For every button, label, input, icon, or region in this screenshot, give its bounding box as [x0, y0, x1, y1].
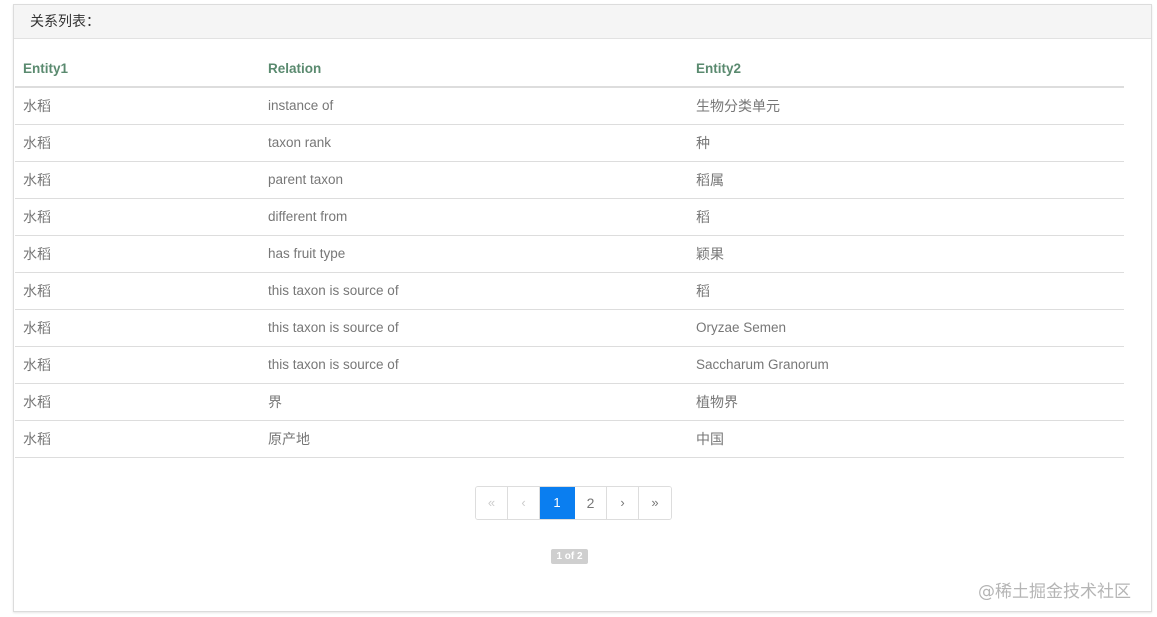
table-row: 水稻 parent taxon 稻属 [15, 161, 1124, 199]
first-page-button[interactable]: « [476, 487, 508, 519]
table-row: 水稻 has fruit type 颖果 [15, 235, 1124, 273]
entity2-cell: 颖果 [688, 235, 1124, 273]
relation-cell: instance of [260, 87, 688, 125]
relation-cell: this taxon is source of [260, 309, 688, 347]
relation-cell: 原产地 [260, 420, 688, 458]
entity2-cell: 生物分类单元 [688, 87, 1124, 125]
column-header-relation[interactable]: Relation [260, 50, 688, 88]
table-row: 水稻 instance of 生物分类单元 [15, 87, 1124, 125]
entity2-cell: 种 [688, 124, 1124, 162]
table-row: 水稻 原产地 中国 [15, 420, 1124, 458]
entity2-cell: 植物界 [688, 383, 1124, 421]
table-row: 水稻 this taxon is source of 稻 [15, 272, 1124, 310]
page-info-badge: 1 of 2 [551, 549, 588, 564]
entity1-cell: 水稻 [15, 272, 260, 310]
table-row: 水稻 this taxon is source of Saccharum Gra… [15, 346, 1124, 384]
entity2-cell: 稻 [688, 198, 1124, 236]
table-row: 水稻 different from 稻 [15, 198, 1124, 236]
relation-cell: has fruit type [260, 235, 688, 273]
relation-cell: 界 [260, 383, 688, 421]
column-header-entity1[interactable]: Entity1 [15, 50, 260, 88]
entity1-cell: 水稻 [15, 235, 260, 273]
panel-title: 关系列表： [14, 5, 1151, 39]
entity1-cell: 水稻 [15, 198, 260, 236]
relation-table: Entity1 Relation Entity2 水稻 instance of … [15, 50, 1124, 458]
column-header-entity2[interactable]: Entity2 [688, 50, 1124, 88]
entity2-cell: 稻 [688, 272, 1124, 310]
watermark: @稀土掘金技术社区 [978, 582, 1131, 602]
relation-cell: parent taxon [260, 161, 688, 199]
entity2-cell: 稻属 [688, 161, 1124, 199]
entity2-cell: Oryzae Semen [688, 309, 1124, 347]
entity1-cell: 水稻 [15, 161, 260, 199]
relation-cell: taxon rank [260, 124, 688, 162]
table-row: 水稻 this taxon is source of Oryzae Semen [15, 309, 1124, 347]
table-row: 水稻 界 植物界 [15, 383, 1124, 421]
entity1-cell: 水稻 [15, 124, 260, 162]
next-page-button[interactable]: › [607, 487, 639, 519]
entity2-cell: Saccharum Granorum [688, 346, 1124, 384]
table-header-row: Entity1 Relation Entity2 [15, 50, 1124, 88]
entity1-cell: 水稻 [15, 309, 260, 347]
relation-cell: this taxon is source of [260, 346, 688, 384]
last-page-button[interactable]: » [639, 487, 671, 519]
page-2-button[interactable]: 2 [575, 487, 607, 519]
relation-cell: different from [260, 198, 688, 236]
relation-table-wrapper: Entity1 Relation Entity2 水稻 instance of … [15, 50, 1124, 458]
table-row: 水稻 taxon rank 种 [15, 124, 1124, 162]
previous-page-button[interactable]: ‹ [508, 487, 540, 519]
entity1-cell: 水稻 [15, 346, 260, 384]
entity2-cell: 中国 [688, 420, 1124, 458]
entity1-cell: 水稻 [15, 383, 260, 421]
relation-cell: this taxon is source of [260, 272, 688, 310]
page-1-button[interactable]: 1 [540, 487, 575, 519]
entity1-cell: 水稻 [15, 420, 260, 458]
pagination: « ‹ 1 2 › » [475, 486, 672, 520]
entity1-cell: 水稻 [15, 87, 260, 125]
